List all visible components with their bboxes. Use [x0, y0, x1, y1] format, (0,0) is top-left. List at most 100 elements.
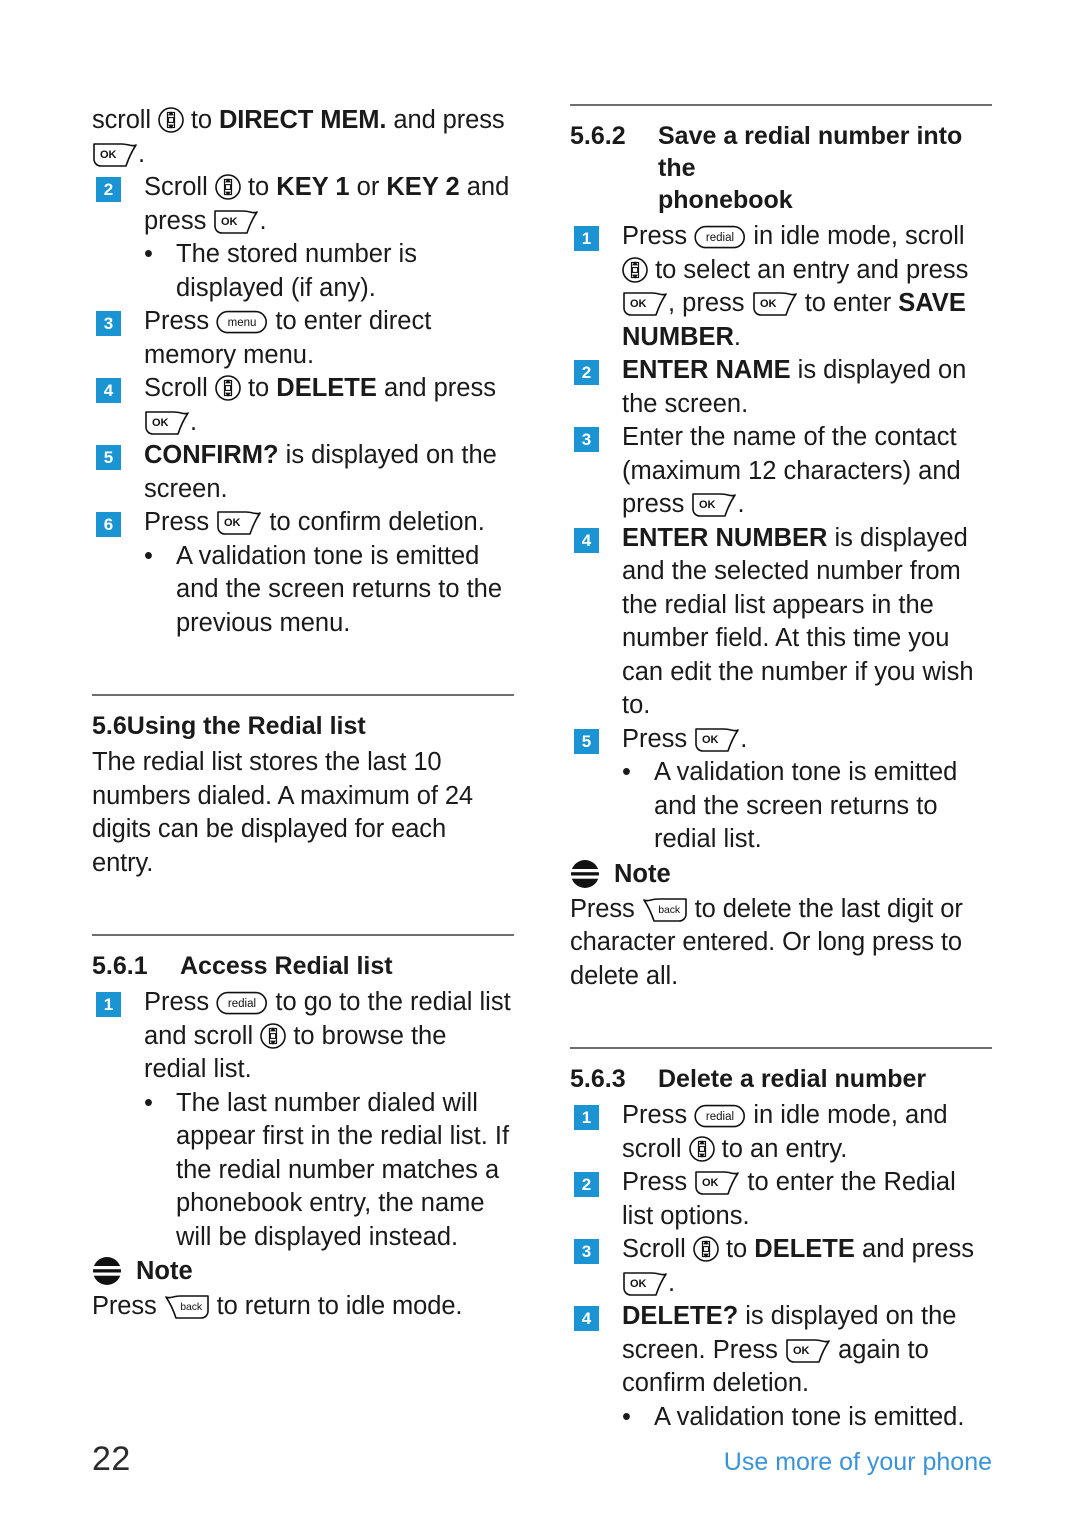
step-badge: 2 [574, 1172, 599, 1197]
text: . [190, 407, 198, 436]
step-item: 1 Press redial in idle mode, scroll to s… [570, 220, 992, 354]
text: to [240, 374, 277, 402]
section-heading-5-6-2: 5.6.2 Save a redial number into the phon… [570, 120, 992, 216]
text: to enter [797, 289, 899, 317]
text: to an entry. [714, 1134, 848, 1163]
text: and press [386, 106, 505, 134]
svg-text:redial: redial [228, 998, 256, 1010]
section-body-5-6: The redial list stores the last 10 numbe… [92, 748, 474, 877]
two-column-body: scroll to DIRECT MEM. and press OK. 2 Sc… [92, 104, 992, 1434]
svg-text:OK: OK [152, 417, 169, 429]
text: scroll [92, 106, 158, 134]
bullet-item: • A validation tone is emitted and the s… [570, 756, 992, 857]
ok-softkey-icon: OK [752, 291, 798, 317]
section-rule [570, 1047, 992, 1049]
bullet-dot: • [622, 1402, 631, 1431]
step-item: 2 Scroll to KEY 1 or KEY 2 and press OK. [92, 171, 514, 238]
text: to [240, 173, 277, 201]
step-item: 2 ENTER NAME is displayed on the screen. [570, 354, 992, 421]
scroll-updown-key-icon [688, 1135, 715, 1163]
svg-text:OK: OK [630, 298, 647, 310]
section-heading-5-6-3: 5.6.3 Delete a redial number [570, 1063, 992, 1095]
text: and press [376, 374, 496, 402]
text: Enter the name of the contact (maximum 1… [622, 423, 961, 518]
step-badge: 2 [96, 177, 121, 202]
note-title: Note [136, 1257, 193, 1285]
ok-softkey-icon: OK [144, 410, 190, 436]
section-rule [92, 934, 514, 936]
bullet-dot: • [144, 240, 153, 268]
step-continuation-direct-mem: scroll to DIRECT MEM. and press OK. [92, 104, 514, 171]
step-badge: 3 [574, 427, 599, 452]
ok-softkey-icon: OK [92, 142, 138, 168]
text: Press [570, 894, 642, 923]
step-item: 2 Press OK to enter the Redial list opti… [570, 1166, 992, 1233]
step-badge: 4 [574, 1306, 599, 1331]
section-title: Using the Redial list [126, 712, 366, 740]
section-number: 5.6 [92, 712, 127, 740]
svg-text:OK: OK [221, 216, 238, 228]
menu-label-delete: DELETE [754, 1235, 855, 1263]
section-title-line2: phonebook [658, 186, 793, 214]
text: Press [622, 724, 695, 753]
text: is displayed and the selected number fro… [622, 523, 974, 720]
text: . [138, 139, 145, 168]
step-item: 3 Enter the name of the contact (maximum… [570, 421, 992, 522]
screen-label-enter-number: ENTER NUMBER [622, 523, 828, 552]
redial-key-icon: redial [216, 991, 268, 1016]
redial-key-icon: redial [694, 225, 746, 250]
step-item: 5 Press OK. [570, 723, 992, 757]
text: and press [854, 1235, 974, 1263]
section-number: 5.6.1 [92, 952, 148, 980]
text: Press [622, 1168, 695, 1196]
step-badge: 3 [574, 1239, 599, 1264]
bullet-dot: • [144, 1088, 153, 1117]
ok-softkey-icon: OK [694, 1170, 740, 1196]
footer-chapter-label: Use more of your phone [723, 1448, 992, 1476]
bullet-text: A validation tone is emitted. [654, 1402, 965, 1431]
step-item: 4 ENTER NUMBER is displayed and the sele… [570, 522, 992, 723]
step-badge: 6 [96, 512, 121, 537]
text: to select an entry and press [648, 255, 969, 284]
svg-text:OK: OK [100, 149, 116, 161]
ok-softkey-icon: OK [691, 492, 737, 518]
redial-key-icon: redial [694, 1104, 746, 1129]
bullet-text: A validation tone is emitted and the scr… [176, 541, 503, 637]
svg-text:OK: OK [224, 517, 241, 529]
step-item: 1 Press redial in idle mode, and scroll … [570, 1099, 992, 1166]
screen-label-delete-q: DELETE? [622, 1302, 739, 1330]
step-item: 3 Press menu to enter direct memory menu… [92, 305, 514, 372]
text: Press [144, 988, 217, 1016]
step-badge: 4 [96, 378, 121, 403]
back-softkey-icon: back [642, 897, 688, 923]
step-item: 4 Scroll to DELETE and press OK. [92, 372, 514, 439]
section-rule [570, 104, 992, 106]
left-column: scroll to DIRECT MEM. and press OK. 2 Sc… [92, 104, 514, 1434]
note-icon [92, 1256, 122, 1286]
page-number: 22 [92, 1440, 131, 1478]
section-title: Access Redial list [180, 952, 393, 980]
section-number: 5.6.3 [570, 1065, 626, 1093]
step-item: 3 Scroll to DELETE and press OK. [570, 1233, 992, 1300]
step-badge: 5 [96, 445, 121, 470]
step-item: 5 CONFIRM? is displayed on the screen. [92, 439, 514, 506]
step-badge: 1 [574, 226, 599, 251]
section-title: Delete a redial number [658, 1065, 927, 1093]
page-footer: 22 Use more of your phone [92, 1440, 992, 1479]
svg-text:back: back [180, 1301, 203, 1313]
screen-label-enter-name: ENTER NAME [622, 356, 791, 384]
step-item: 4 DELETE? is displayed on the screen. Pr… [570, 1300, 992, 1401]
text: Press [144, 307, 217, 335]
svg-text:OK: OK [760, 298, 777, 310]
text: to confirm deletion. [262, 508, 485, 536]
bullet-dot: • [144, 541, 153, 570]
right-column: 5.6.2 Save a redial number into the phon… [570, 104, 992, 1434]
note-body: Press back to return to idle mode. [92, 1290, 514, 1324]
menu-label-delete: DELETE [276, 374, 377, 402]
text: . [259, 206, 267, 235]
ok-softkey-icon: OK [213, 209, 259, 235]
text: Scroll [144, 173, 215, 201]
back-softkey-icon: back [164, 1294, 210, 1320]
bullet-text: The last number dialed will appear first… [176, 1088, 510, 1251]
step-badge: 5 [574, 728, 599, 754]
